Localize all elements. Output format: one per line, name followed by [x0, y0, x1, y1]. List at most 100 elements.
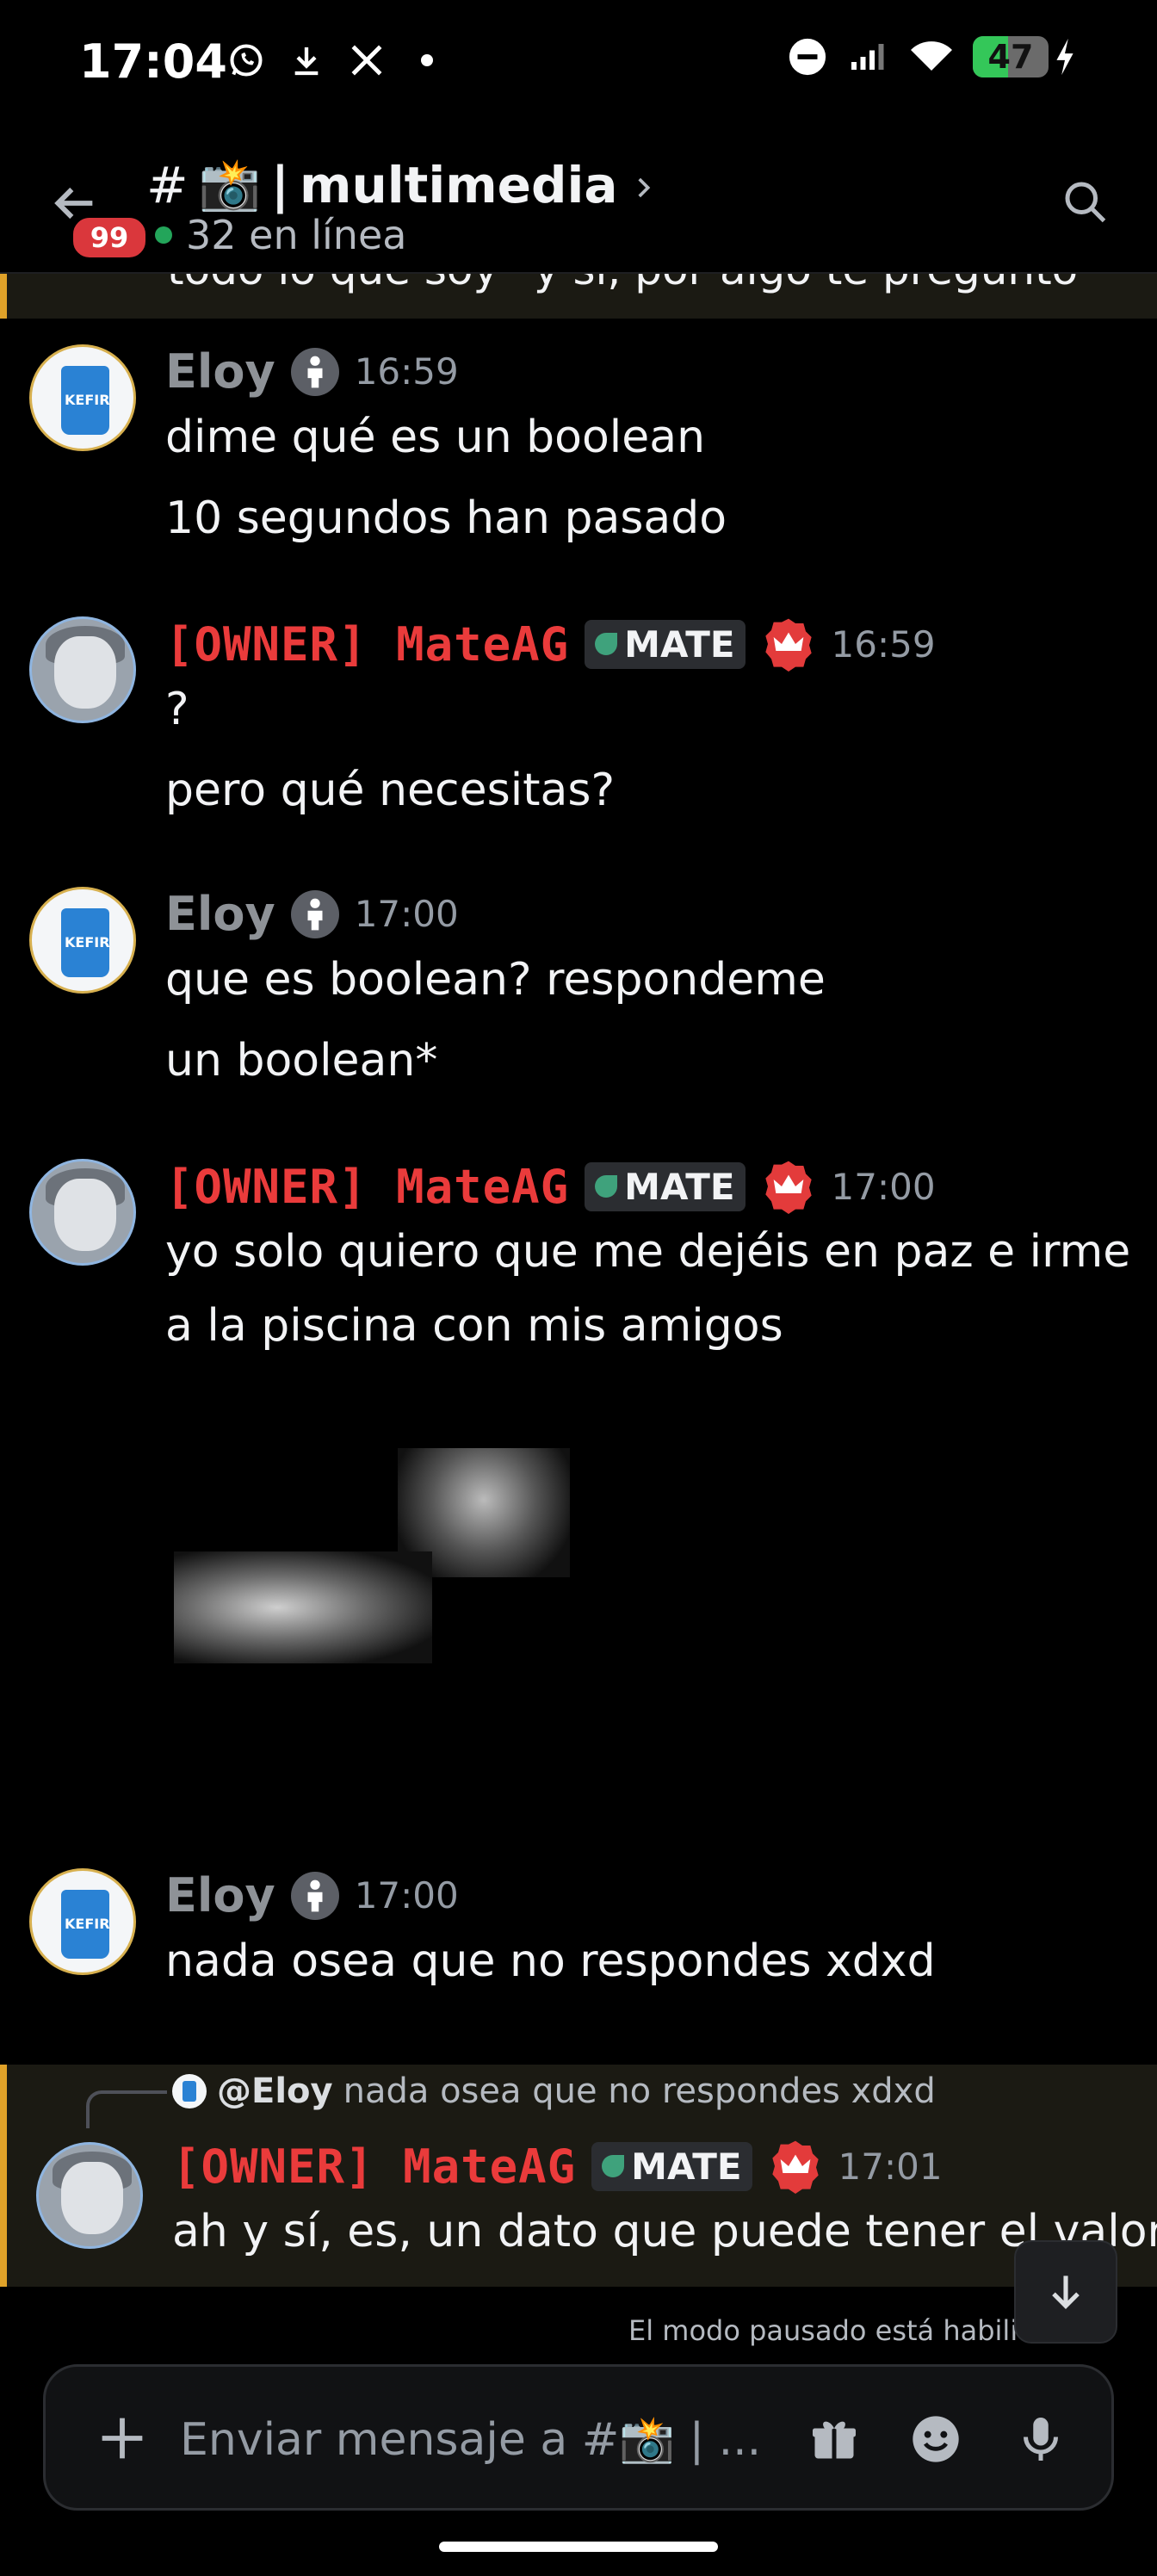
- online-status: 32 en línea: [155, 212, 406, 258]
- whatsapp-icon: [226, 40, 267, 81]
- message-group: KEFIR Eloy 16:59 dime qué es un boolean …: [0, 344, 1157, 585]
- chevron-right-icon: [628, 156, 658, 214]
- online-dot-icon: [155, 226, 172, 244]
- plus-icon[interactable]: [92, 2408, 152, 2468]
- message-meta: [OWNER] MateAG MATE 16:59: [165, 616, 936, 672]
- avatar[interactable]: [29, 616, 136, 723]
- reply-avatar: [172, 2074, 207, 2108]
- crown-icon: [761, 616, 816, 672]
- crown-icon: [761, 1159, 816, 1214]
- crown-icon: [768, 2139, 823, 2194]
- channel-name: multimedia: [300, 155, 618, 214]
- channel-header: 99 # 📸 | multimedia 32 en línea: [0, 129, 1157, 274]
- message-text: nada osea que no respondes xdxd: [165, 1935, 936, 1987]
- message-text: dime qué es un boolean: [165, 412, 706, 463]
- message-text: ah y sí, es, un dato que puede tener el …: [172, 2206, 1157, 2257]
- timestamp: 17:00: [354, 1874, 459, 1917]
- highlighted-reply-message: @Eloy nada osea que no respondes xdxd [O…: [0, 2065, 1157, 2287]
- username[interactable]: [OWNER] MateAG: [172, 2139, 576, 2194]
- leaf-icon: [595, 1175, 618, 1198]
- channel-emoji: 📸: [198, 155, 261, 214]
- message-feed[interactable]: todo lo que soy* y si, por algo te pregu…: [0, 272, 1157, 2287]
- avatar[interactable]: [36, 2142, 143, 2249]
- message-group: KEFIR Eloy 17:00 que es boolean? respond…: [0, 887, 1157, 1128]
- username[interactable]: Eloy: [165, 887, 275, 941]
- partial-message-text: todo lo que soy* y si, por algo te pregu…: [167, 272, 1078, 294]
- home-indicator[interactable]: [439, 2542, 718, 2552]
- avatar[interactable]: KEFIR: [29, 344, 136, 451]
- jump-to-bottom-button[interactable]: [1014, 2240, 1117, 2344]
- dnd-icon: [787, 36, 828, 77]
- avatar[interactable]: KEFIR: [29, 887, 136, 994]
- message-group: KEFIR Eloy 17:00 nada osea que no respon…: [0, 1868, 1157, 2023]
- gift-icon[interactable]: [801, 2406, 867, 2472]
- x-icon: [346, 40, 387, 81]
- timestamp: 17:00: [831, 1165, 936, 1208]
- message-composer: [43, 2364, 1114, 2511]
- reply-reference[interactable]: @Eloy nada osea que no respondes xdxd: [172, 2071, 936, 2111]
- wifi-icon: [911, 36, 952, 77]
- message-meta: Eloy 17:00: [165, 1868, 459, 1923]
- person-role-icon: [290, 347, 339, 396]
- message-text: que es boolean? respondeme: [165, 954, 826, 1006]
- username[interactable]: Eloy: [165, 344, 275, 399]
- leaf-icon: [595, 633, 618, 655]
- avatar[interactable]: [29, 1159, 136, 1266]
- status-time: 17:04: [79, 34, 227, 89]
- online-count: 32 en línea: [186, 212, 407, 258]
- reply-author: @Eloy: [217, 2071, 333, 2111]
- partial-message: todo lo que soy* y si, por algo te pregu…: [0, 272, 1157, 319]
- message-group: [OWNER] MateAG MATE 17:00 yo solo quiero…: [0, 1159, 1157, 1813]
- message-text: yo solo quiero que me dejéis en paz e ir…: [165, 1226, 1131, 1278]
- charging-icon: [1052, 36, 1078, 77]
- battery-icon: 47: [973, 36, 1049, 77]
- status-bar: 17:04 47: [0, 0, 1157, 129]
- channel-separator: |: [270, 155, 290, 214]
- server-tag-label: MATE: [624, 622, 735, 666]
- server-tag[interactable]: MATE: [585, 1161, 746, 1211]
- microphone-icon[interactable]: [1008, 2406, 1073, 2472]
- server-tag[interactable]: MATE: [585, 619, 746, 669]
- message-group: [OWNER] MateAG MATE 16:59 ? pero qué nec…: [0, 616, 1157, 858]
- channel-hash: #: [146, 155, 189, 214]
- timestamp: 17:00: [354, 893, 459, 935]
- dot-icon: [406, 40, 448, 81]
- timestamp: 16:59: [831, 622, 936, 666]
- image-face: [174, 1551, 432, 1663]
- message-text: a la piscina con mis amigos: [165, 1300, 783, 1352]
- battery-percent: 47: [987, 38, 1034, 76]
- server-tag-label: MATE: [624, 1165, 735, 1208]
- message-meta: [OWNER] MateAG MATE 17:00: [165, 1159, 936, 1214]
- person-role-icon: [290, 1871, 339, 1920]
- message-text: un boolean*: [165, 1035, 438, 1087]
- avatar[interactable]: KEFIR: [29, 1868, 136, 1975]
- message-input[interactable]: [178, 2405, 819, 2475]
- signal-icon: [849, 36, 890, 77]
- status-notification-icons: [226, 40, 448, 81]
- server-tag[interactable]: MATE: [591, 2141, 752, 2191]
- username[interactable]: [OWNER] MateAG: [165, 617, 569, 672]
- download-icon: [286, 40, 327, 81]
- message-meta: Eloy 16:59: [165, 344, 459, 399]
- server-tag-label: MATE: [631, 2145, 742, 2188]
- message-meta: Eloy 17:00: [165, 887, 459, 941]
- arrow-down-icon: [1052, 2276, 1080, 2309]
- username[interactable]: Eloy: [165, 1868, 275, 1923]
- channel-title[interactable]: # 📸 | multimedia: [146, 155, 658, 214]
- emoji-icon[interactable]: [903, 2406, 968, 2472]
- leaf-icon: [602, 2155, 625, 2177]
- username[interactable]: [OWNER] MateAG: [165, 1160, 569, 1214]
- message-meta: [OWNER] MateAG MATE 17:01: [172, 2139, 943, 2194]
- person-role-icon: [290, 889, 339, 938]
- image-attachment[interactable]: [165, 1448, 578, 1758]
- message-text: ?: [165, 684, 189, 735]
- reply-connector: [86, 2090, 167, 2128]
- status-system-icons: 47: [787, 36, 1078, 77]
- timestamp: 16:59: [354, 350, 459, 393]
- reply-text: nada osea que no respondes xdxd: [343, 2071, 936, 2111]
- timestamp: 17:01: [838, 2145, 943, 2188]
- unread-badge: 99: [69, 214, 150, 262]
- search-icon[interactable]: [1059, 176, 1114, 231]
- message-text: pero qué necesitas?: [165, 765, 616, 816]
- message-text: 10 segundos han pasado: [165, 492, 727, 544]
